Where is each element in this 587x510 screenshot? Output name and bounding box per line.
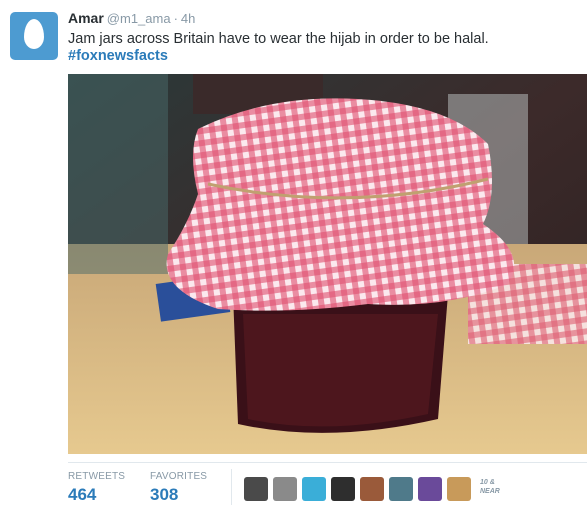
favoriter-avatar[interactable] (360, 477, 384, 501)
favoriter-avatar[interactable] (302, 477, 326, 501)
stats-divider (231, 469, 232, 505)
favoriter-avatar[interactable] (418, 477, 442, 501)
favoriter-avatar[interactable] (273, 477, 297, 501)
jam-jar-gingham-photo (68, 74, 587, 454)
retweets-label: RETWEETS (68, 471, 126, 482)
tweet-stats: RETWEETS 464 FAVORITES 308 10 & NEAR (68, 462, 587, 510)
favoriter-avatar[interactable] (244, 477, 268, 501)
hashtag-link[interactable]: #foxnewsfacts (68, 48, 168, 64)
separator-dot: · (173, 11, 178, 26)
default-egg-avatar-icon (24, 19, 44, 49)
favorites-label: FAVORITES (150, 471, 208, 482)
retweets-stat[interactable]: RETWEETS 464 (68, 471, 125, 505)
retweets-count[interactable]: 464 (68, 485, 125, 505)
tweet-timestamp[interactable]: 4h (181, 11, 195, 26)
more-favoriters-label[interactable]: 10 & NEAR (480, 478, 500, 496)
author-name[interactable]: Amar (68, 10, 104, 26)
author-handle[interactable]: @m1_ama (107, 11, 171, 26)
tweet-header: Amar @m1_ama · 4h (68, 10, 195, 26)
favorites-stat[interactable]: FAVORITES 308 (150, 471, 207, 505)
favoriter-avatar[interactable] (447, 477, 471, 501)
author-avatar[interactable] (10, 12, 58, 60)
tweet-photo[interactable] (68, 74, 587, 454)
favoriter-avatar[interactable] (331, 477, 355, 501)
favoriter-avatar[interactable] (389, 477, 413, 501)
favorites-count[interactable]: 308 (150, 485, 207, 505)
tweet-text: Jam jars across Britain have to wear the… (68, 31, 489, 47)
